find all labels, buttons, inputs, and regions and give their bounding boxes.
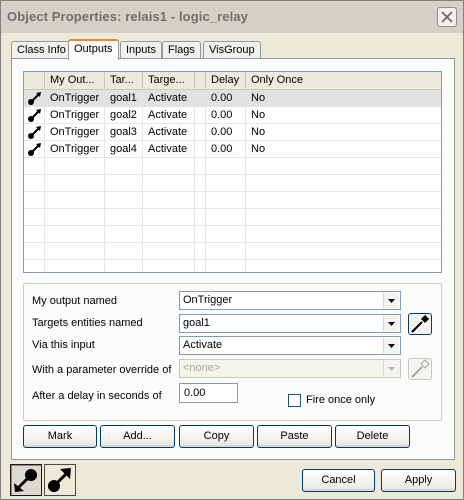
window-title: Object Properties: relais1 - logic_relay (7, 9, 248, 24)
apply-button[interactable]: Apply (381, 469, 456, 492)
output-cell: OnTrigger (50, 92, 100, 104)
input-cell: Activate (148, 143, 188, 155)
target-cell: goal4 (110, 143, 137, 155)
eyedropper-icon (411, 359, 430, 378)
target-cell: goal3 (110, 126, 137, 138)
output-connection-icon (28, 92, 41, 105)
column-header-target-input[interactable]: Targe... (143, 72, 195, 89)
output-row[interactable]: OnTrigger goal4 Activate 0.00 No (24, 141, 441, 158)
copy-button[interactable]: Copy (179, 425, 254, 448)
output-label: My output named (32, 295, 117, 307)
delay-cell: 0.00 (211, 126, 233, 138)
output-connection-icon (28, 109, 41, 122)
pick-parameter-button[interactable] (408, 358, 432, 380)
cancel-button[interactable]: Cancel (302, 469, 375, 492)
parameter-dropdown[interactable]: <none> (179, 359, 401, 378)
column-header-only-once[interactable]: Only Once (246, 72, 441, 89)
output-cell: OnTrigger (50, 143, 100, 155)
paste-button[interactable]: Paste (257, 425, 332, 448)
grid-line (24, 259, 441, 260)
target-cell: goal2 (110, 109, 137, 121)
output-row[interactable]: OnTrigger goal1 Activate 0.00 No (24, 90, 441, 107)
close-button[interactable] (437, 7, 457, 27)
tab-outputs[interactable]: Outputs (68, 39, 119, 60)
outputs-list[interactable]: My Out... Tar... Targe... Delay Only Onc… (23, 71, 442, 273)
object-properties-window: Object Properties: relais1 - logic_relay… (0, 0, 464, 500)
tab-visgroup[interactable]: VisGroup (203, 41, 261, 58)
grid-line (24, 191, 441, 192)
output-connection-icon (28, 126, 41, 139)
delay-cell: 0.00 (211, 143, 233, 155)
grid-line (24, 174, 441, 175)
outgoing-connections-icon (48, 468, 71, 492)
incoming-connections-button[interactable] (10, 464, 42, 496)
only-once-cell: No (251, 92, 266, 104)
delay-cell: 0.00 (211, 109, 233, 121)
output-cell: OnTrigger (50, 109, 100, 121)
add-button[interactable]: Add... (100, 425, 175, 448)
list-header: My Out... Tar... Targe... Delay Only Onc… (24, 72, 441, 90)
input-dropdown[interactable]: Activate (179, 336, 401, 355)
input-cell: Activate (148, 92, 188, 104)
only-once-cell: No (251, 109, 266, 121)
delay-label: After a delay in seconds of (32, 390, 162, 402)
incoming-connections-icon (14, 469, 37, 492)
grid-line (24, 242, 441, 243)
tab-class-info[interactable]: Class Info (11, 41, 72, 58)
target-label: Targets entities named (32, 317, 143, 329)
fire-once-label: Fire once only (306, 394, 376, 406)
eyedropper-icon (411, 315, 429, 333)
column-header-delay[interactable]: Delay (206, 72, 246, 89)
output-dropdown[interactable]: OnTrigger (179, 291, 401, 310)
outgoing-connections-button[interactable] (44, 464, 76, 496)
column-header-icon[interactable] (24, 72, 45, 89)
input-cell: Activate (148, 126, 188, 138)
output-row[interactable]: OnTrigger goal2 Activate 0.00 No (24, 107, 441, 124)
chevron-down-icon[interactable] (383, 316, 399, 331)
mark-button[interactable]: Mark (23, 425, 97, 448)
delay-input[interactable]: 0.00 (179, 383, 238, 403)
pick-target-button[interactable] (408, 313, 432, 335)
column-header-target[interactable]: Tar... (105, 72, 143, 89)
fire-once-checkbox[interactable] (288, 394, 301, 407)
delay-cell: 0.00 (211, 92, 233, 104)
tab-inputs[interactable]: Inputs (120, 41, 162, 58)
tab-flags[interactable]: Flags (162, 41, 201, 58)
chevron-down-icon[interactable] (383, 361, 399, 376)
output-connection-icon (28, 143, 41, 156)
column-header-parameter[interactable] (195, 72, 206, 89)
close-icon (441, 11, 453, 23)
only-once-cell: No (251, 143, 266, 155)
grid-line (24, 208, 441, 209)
output-cell: OnTrigger (50, 126, 100, 138)
chevron-down-icon[interactable] (383, 338, 399, 353)
input-cell: Activate (148, 109, 188, 121)
title-bar[interactable]: Object Properties: relais1 - logic_relay (1, 1, 463, 33)
output-row[interactable]: OnTrigger goal3 Activate 0.00 No (24, 124, 441, 141)
grid-line (24, 225, 441, 226)
target-cell: goal1 (110, 92, 137, 104)
column-header-my-output[interactable]: My Out... (45, 72, 105, 89)
chevron-down-icon[interactable] (383, 293, 399, 308)
parameter-label: With a parameter override of (32, 364, 172, 376)
only-once-cell: No (251, 126, 266, 138)
delete-button[interactable]: Delete (335, 425, 410, 448)
input-label: Via this input (32, 339, 95, 351)
target-dropdown[interactable]: goal1 (179, 314, 401, 333)
